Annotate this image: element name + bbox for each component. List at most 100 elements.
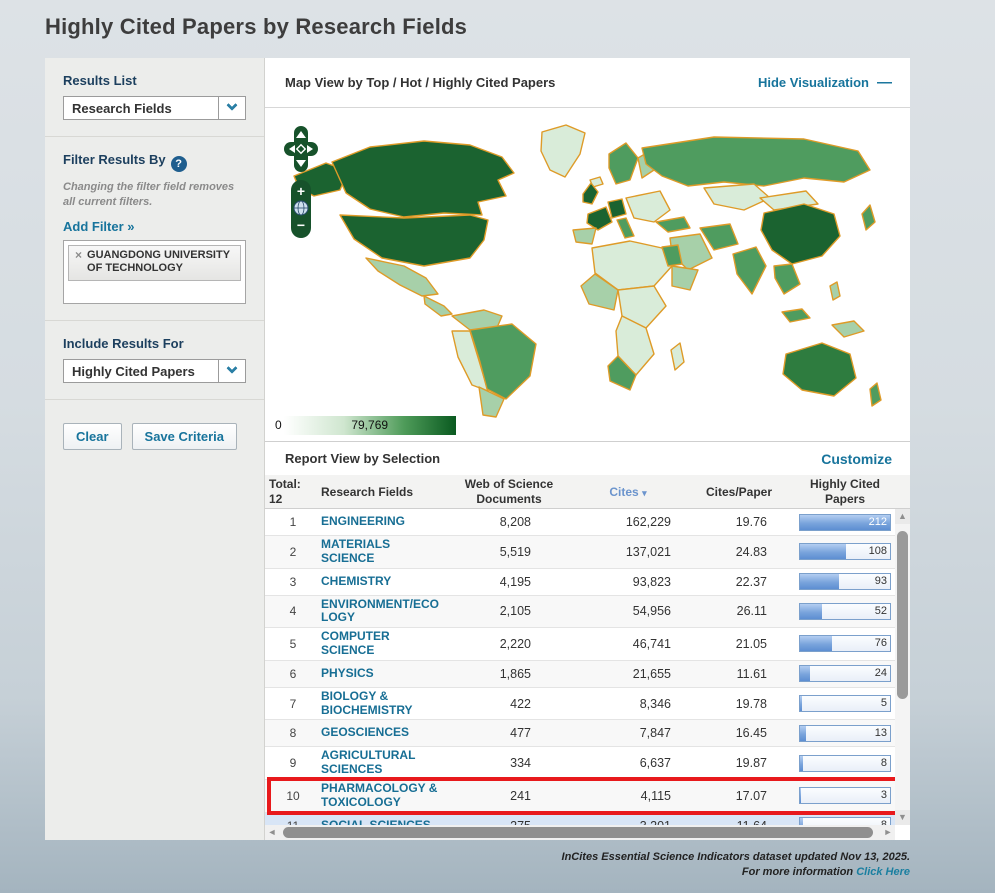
world-map[interactable] xyxy=(269,118,899,418)
collapse-icon: — xyxy=(877,74,892,91)
table-row[interactable]: 6 PHYSICS 1,865 21,655 11.61 24 xyxy=(265,661,895,688)
map-region-turkey[interactable] xyxy=(656,217,690,232)
customize-link[interactable]: Customize xyxy=(821,451,892,467)
table-row[interactable]: 9 AGRICULTURAL SCIENCES 334 6,637 19.87 … xyxy=(265,747,895,780)
research-field-link[interactable]: PHARMACOLOGY & TOXICOLOGY xyxy=(321,782,445,810)
column-header-highly-cited-papers[interactable]: Highly Cited Papers xyxy=(795,477,895,506)
research-field-link[interactable]: COMPUTER SCIENCE xyxy=(321,630,445,658)
legend-gradient-bar: 79,769 xyxy=(284,416,456,435)
save-criteria-button[interactable]: Save Criteria xyxy=(132,423,238,450)
map-region-india[interactable] xyxy=(733,247,766,294)
table-row[interactable]: 2 MATERIALS SCIENCE 5,519 137,021 24.83 … xyxy=(265,536,895,569)
zoom-out-icon[interactable]: − xyxy=(297,217,305,233)
scroll-right-icon[interactable]: ► xyxy=(881,825,895,840)
total-count: Total: 12 xyxy=(265,477,321,506)
hcp-bar: 3 xyxy=(799,787,891,804)
hcp-bar-cell: 52 xyxy=(795,603,895,620)
map-region-eastern-europe[interactable] xyxy=(626,191,670,222)
hcp-bar-cell: 93 xyxy=(795,573,895,590)
map-region-australia[interactable] xyxy=(783,343,856,396)
research-field-link[interactable]: GEOSCIENCES xyxy=(321,726,445,740)
hcp-bar: 108 xyxy=(799,543,891,560)
map-region-central-america[interactable] xyxy=(424,296,452,316)
cites-value: 162,229 xyxy=(573,515,683,529)
map-region-france[interactable] xyxy=(587,207,612,230)
hcp-bar: 212 xyxy=(799,514,891,531)
map-region-iberia[interactable] xyxy=(573,228,596,244)
map-region-central-asia[interactable] xyxy=(704,184,770,210)
row-rank: 6 xyxy=(265,667,321,681)
map-region-scandinavia[interactable] xyxy=(609,143,638,184)
table-row[interactable]: 4 ENVIRONMENT/ECOLOGY 2,105 54,956 26.11… xyxy=(265,596,895,629)
include-results-dropdown[interactable]: Highly Cited Papers xyxy=(63,359,246,383)
map-region-madagascar[interactable] xyxy=(671,343,684,370)
column-header-cites-sorted[interactable]: Cites ▾ xyxy=(573,485,683,499)
table-row[interactable]: 3 CHEMISTRY 4,195 93,823 22.37 93 xyxy=(265,569,895,596)
horizontal-scrollbar[interactable]: ◄ ► xyxy=(265,825,895,840)
map-region-canada[interactable] xyxy=(332,141,514,217)
results-list-heading: Results List xyxy=(63,73,246,88)
cites-value: 93,823 xyxy=(573,575,683,589)
table-body: 1 ENGINEERING 8,208 162,229 19.76 212 2 … xyxy=(265,509,895,825)
sidebar: Results List Research Fields Filter Resu… xyxy=(45,58,265,840)
map-region-russia[interactable] xyxy=(642,137,870,186)
map-region-horn-africa[interactable] xyxy=(672,266,698,290)
column-header-research-fields[interactable]: Research Fields xyxy=(321,485,445,499)
research-field-link[interactable]: ENGINEERING xyxy=(321,515,445,529)
hcp-bar-fill xyxy=(800,574,839,589)
hide-visualization-link[interactable]: Hide Visualization — xyxy=(758,74,892,91)
table-row[interactable]: 7 BIOLOGY & BIOCHEMISTRY 422 8,346 19.78… xyxy=(265,688,895,721)
research-field-link[interactable]: BIOLOGY & BIOCHEMISTRY xyxy=(321,690,445,718)
map-controls[interactable]: + − xyxy=(281,124,321,242)
research-field-link[interactable]: MATERIALS SCIENCE xyxy=(321,538,445,566)
map-region-china[interactable] xyxy=(761,204,840,264)
hcp-bar-fill xyxy=(800,666,810,681)
click-here-link[interactable]: Click Here xyxy=(856,866,910,878)
results-list-dropdown[interactable]: Research Fields xyxy=(63,96,246,120)
include-results-dropdown-button[interactable] xyxy=(218,360,245,382)
cites-per-paper-value: 24.83 xyxy=(683,545,795,559)
cites-per-paper-value: 26.11 xyxy=(683,604,795,618)
cites-per-paper-value: 19.87 xyxy=(683,756,795,770)
map-region-greenland[interactable] xyxy=(541,125,585,177)
clear-button[interactable]: Clear xyxy=(63,423,122,450)
scroll-left-icon[interactable]: ◄ xyxy=(265,825,279,840)
table-row[interactable]: 8 GEOSCIENCES 477 7,847 16.45 13 xyxy=(265,720,895,747)
map-region-papua[interactable] xyxy=(832,321,864,337)
map-region-usa[interactable] xyxy=(340,215,488,266)
map-region-indochina[interactable] xyxy=(774,264,800,294)
add-filter-link[interactable]: Add Filter » xyxy=(63,219,135,234)
scroll-up-icon[interactable]: ▲ xyxy=(895,509,910,524)
map-region-italy[interactable] xyxy=(617,218,634,238)
map-region-japan[interactable] xyxy=(862,205,875,230)
help-icon[interactable]: ? xyxy=(171,156,187,172)
map-region-philippines[interactable] xyxy=(830,282,840,300)
vertical-scrollbar[interactable]: ▲ ▼ xyxy=(895,509,910,825)
cites-per-paper-value: 22.37 xyxy=(683,575,795,589)
results-list-dropdown-button[interactable] xyxy=(218,97,245,119)
table-row[interactable]: 10 PHARMACOLOGY & TOXICOLOGY 241 4,115 1… xyxy=(265,780,895,813)
table-row[interactable]: 1 ENGINEERING 8,208 162,229 19.76 212 xyxy=(265,509,895,536)
row-rank: 10 xyxy=(265,789,321,803)
cites-value: 6,637 xyxy=(573,756,683,770)
map-region-new-zealand[interactable] xyxy=(870,383,881,406)
research-field-link[interactable]: CHEMISTRY xyxy=(321,575,445,589)
hcp-bar-fill xyxy=(800,696,802,711)
research-field-link[interactable]: PHYSICS xyxy=(321,667,445,681)
vertical-scroll-thumb[interactable] xyxy=(897,531,908,699)
hcp-bar-cell: 3 xyxy=(795,787,895,804)
map-region-germany[interactable] xyxy=(608,199,626,218)
remove-filter-icon[interactable]: × xyxy=(75,249,82,277)
research-field-link[interactable]: ENVIRONMENT/ECOLOGY xyxy=(321,598,445,626)
map-region-indonesia[interactable] xyxy=(782,309,810,322)
table-row[interactable]: 5 COMPUTER SCIENCE 2,220 46,741 21.05 76 xyxy=(265,628,895,661)
column-header-wos-documents[interactable]: Web of Science Documents xyxy=(445,477,573,506)
horizontal-scroll-thumb[interactable] xyxy=(283,827,873,838)
table-row[interactable]: 11 SOCIAL SCIENCES, 275 3,201 11.64 8 xyxy=(265,813,895,825)
filter-tag-box: × GUANGDONG UNIVERSITY OF TECHNOLOGY xyxy=(63,240,246,304)
research-field-link[interactable]: AGRICULTURAL SCIENCES xyxy=(321,749,445,777)
column-header-cites-per-paper[interactable]: Cites/Paper xyxy=(683,485,795,499)
zoom-in-icon[interactable]: + xyxy=(297,183,305,199)
scroll-down-icon[interactable]: ▼ xyxy=(895,810,910,825)
row-rank: 5 xyxy=(265,637,321,651)
